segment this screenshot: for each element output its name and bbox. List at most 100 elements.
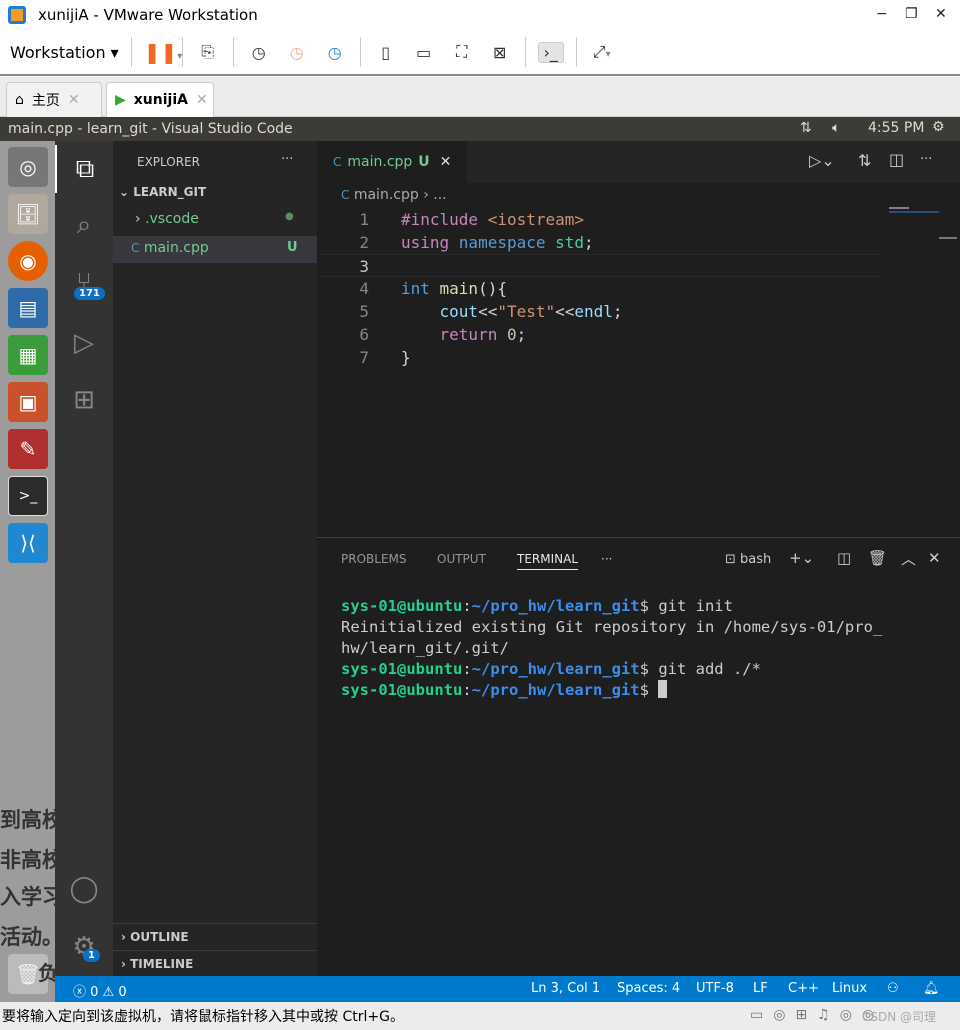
code-token: } bbox=[401, 348, 411, 367]
editor-area: C main.cpp U ✕ ▷⌄ ⇅ ◫ ··· C main.cpp › .… bbox=[317, 141, 960, 537]
vscode-icon[interactable]: ⟩⟨ bbox=[8, 523, 48, 563]
platform[interactable]: Linux bbox=[832, 981, 867, 996]
vm-tab-bar: ⌂ 主页 ✕ ▶ xunijiA ✕ bbox=[0, 77, 960, 117]
close-tab-icon[interactable]: ✕ bbox=[68, 92, 80, 108]
cursor-position[interactable]: Ln 3, Col 1 bbox=[531, 981, 600, 996]
impress-icon[interactable]: ▣ bbox=[8, 382, 48, 422]
terminal-icon[interactable]: >_ bbox=[8, 476, 48, 516]
scrollbar-thumb[interactable] bbox=[939, 237, 957, 239]
split-terminal-icon[interactable]: ◫ bbox=[837, 549, 851, 567]
close-tab-icon[interactable]: ✕ bbox=[440, 154, 452, 170]
code-token: using bbox=[401, 233, 459, 252]
editor-tab-bar: C main.cpp U ✕ ▷⌄ ⇅ ◫ ··· bbox=[317, 141, 960, 183]
calc-icon[interactable]: ▦ bbox=[8, 335, 48, 375]
thumbnail-view-icon[interactable]: ▭ bbox=[411, 43, 437, 62]
window-titlebar: xunijiA - VMware Workstation − ❐ ✕ bbox=[0, 0, 960, 30]
code-line[interactable]: 4 int main(){ bbox=[317, 277, 960, 300]
maximize-panel-icon[interactable]: ︿ bbox=[901, 548, 916, 569]
encoding[interactable]: UTF-8 bbox=[696, 981, 734, 996]
line-ending[interactable]: LF bbox=[753, 981, 768, 996]
accounts-icon[interactable]: ◯ bbox=[55, 865, 113, 913]
terminal-segment: sys-01@ubuntu bbox=[341, 660, 463, 678]
outline-section[interactable]: › OUTLINE bbox=[113, 923, 317, 949]
explorer-icon[interactable]: ⧉ bbox=[55, 145, 113, 193]
run-debug-icon[interactable]: ▷ bbox=[55, 319, 113, 367]
code-line[interactable]: 3 bbox=[317, 254, 884, 277]
git-status: U bbox=[287, 240, 298, 255]
more-actions-button[interactable]: ··· bbox=[281, 152, 293, 167]
kill-terminal-icon[interactable]: 🗑︎ bbox=[868, 549, 887, 567]
send-ctrl-alt-del-icon[interactable]: ⎘ bbox=[195, 42, 221, 62]
run-debug-icon[interactable]: ▷⌄ bbox=[809, 151, 835, 170]
notifications-bell-icon[interactable]: 🔔︎ bbox=[923, 981, 940, 996]
line-number: 1 bbox=[359, 210, 369, 229]
code-line[interactable]: 1 #include <iostream> bbox=[317, 208, 960, 231]
feedback-icon[interactable]: ⚇ bbox=[887, 981, 899, 996]
code-line[interactable]: 6 return 0; bbox=[317, 323, 960, 346]
library-view-icon[interactable]: ▯ bbox=[373, 43, 399, 62]
close-tab-icon[interactable]: ✕ bbox=[196, 92, 208, 108]
tab-problems[interactable]: PROBLEMS bbox=[341, 552, 407, 566]
unity-icon[interactable]: ⊠ bbox=[487, 43, 513, 62]
tab-main-cpp[interactable]: C main.cpp U ✕ bbox=[317, 141, 467, 183]
code-line[interactable]: 7} bbox=[317, 346, 960, 369]
pause-icon[interactable]: ❚❚▾ bbox=[144, 40, 183, 64]
split-editor-icon[interactable]: ◫ bbox=[889, 150, 904, 169]
stretch-icon[interactable]: ⤢▾ bbox=[589, 42, 615, 62]
tab-terminal[interactable]: TERMINAL bbox=[517, 552, 579, 570]
code-line[interactable]: 2 using namespace std; bbox=[317, 231, 960, 254]
writer-icon[interactable]: ▤ bbox=[8, 288, 48, 328]
tab-home[interactable]: ⌂ 主页 ✕ bbox=[6, 82, 102, 117]
breadcrumb-file[interactable]: main.cpp bbox=[354, 187, 419, 203]
status-dot: ● bbox=[285, 211, 294, 222]
code-token: return bbox=[401, 325, 507, 344]
line-number: 5 bbox=[359, 302, 369, 321]
code-token: endl bbox=[574, 302, 613, 321]
open-changes-icon[interactable]: ⇅ bbox=[858, 151, 871, 170]
volume-icon[interactable]: 🔈︎ bbox=[832, 120, 840, 136]
tab-output[interactable]: OUTPUT bbox=[437, 552, 486, 566]
restore-button[interactable]: ❐ bbox=[905, 6, 918, 22]
firefox-icon[interactable]: ◉ bbox=[8, 241, 48, 281]
full-screen-icon[interactable]: ⛶ bbox=[449, 42, 475, 62]
code-token: <iostream> bbox=[487, 210, 585, 229]
code-line[interactable]: 5 cout<<"Test"<<endl; bbox=[317, 300, 960, 323]
git-status: U bbox=[418, 154, 430, 170]
system-gear-icon[interactable]: ⚙ bbox=[932, 119, 945, 135]
more-panel-tabs[interactable]: ··· bbox=[601, 552, 612, 566]
terminal-shell-selector[interactable]: ⊡ bash bbox=[725, 552, 771, 567]
console-view-icon[interactable]: ›_ bbox=[537, 41, 564, 63]
snapshot-icon[interactable]: ◷ bbox=[246, 43, 272, 62]
minimap[interactable] bbox=[889, 207, 939, 219]
more-actions-icon[interactable]: ··· bbox=[920, 152, 932, 167]
close-panel-icon[interactable]: ✕ bbox=[928, 549, 941, 567]
new-terminal-icon[interactable]: +⌄ bbox=[789, 549, 814, 567]
ubuntu-launcher: 到高校 非高校 入学习 活动。 ◎ 🗄︎ ◉ ▤ ▦ ▣ ✎ >_ ⟩⟨ 🗑︎ … bbox=[0, 141, 58, 1002]
cpp-file-icon: C bbox=[341, 188, 350, 202]
dash-icon[interactable]: ◎ bbox=[8, 147, 48, 187]
close-button[interactable]: ✕ bbox=[935, 6, 947, 22]
files-icon[interactable]: 🗄︎ bbox=[8, 194, 48, 234]
folder-learn-git[interactable]: ⌄ LEARN_GIT bbox=[113, 185, 317, 207]
minimize-button[interactable]: − bbox=[876, 6, 888, 22]
breadcrumb-symbol[interactable]: ... bbox=[433, 187, 446, 203]
tree-item-vscode[interactable]: › .vscode ● bbox=[113, 211, 317, 235]
workstation-menu[interactable]: Workstation ▾ bbox=[10, 43, 119, 62]
search-icon[interactable]: ⌕ bbox=[55, 201, 113, 249]
timeline-section[interactable]: › TIMELINE bbox=[113, 950, 317, 976]
indentation[interactable]: Spaces: 4 bbox=[617, 981, 680, 996]
clock[interactable]: 4:55 PM bbox=[868, 120, 924, 136]
revert-snapshot-icon[interactable]: ◷ bbox=[284, 43, 310, 62]
problems-status[interactable]: ⓧ 0 ⚠ 0 bbox=[73, 981, 127, 1000]
tab-xunijia[interactable]: ▶ xunijiA ✕ bbox=[106, 82, 214, 117]
cpp-file-icon: C bbox=[333, 155, 342, 169]
tab-label: xunijiA bbox=[133, 92, 188, 108]
language-mode[interactable]: C++ bbox=[788, 981, 819, 996]
settings-gear-icon[interactable]: ⚙ bbox=[55, 923, 113, 971]
terminal-icon: ⊡ bbox=[725, 552, 736, 567]
snapshot-manager-icon[interactable]: ◷ bbox=[322, 43, 348, 62]
network-icon[interactable]: ⇅ bbox=[800, 120, 812, 136]
tree-item-main-cpp[interactable]: C main.cpp U bbox=[113, 236, 317, 263]
settings-tools-icon[interactable]: ✎ bbox=[8, 429, 48, 469]
extensions-icon[interactable]: ⊞ bbox=[55, 376, 113, 424]
